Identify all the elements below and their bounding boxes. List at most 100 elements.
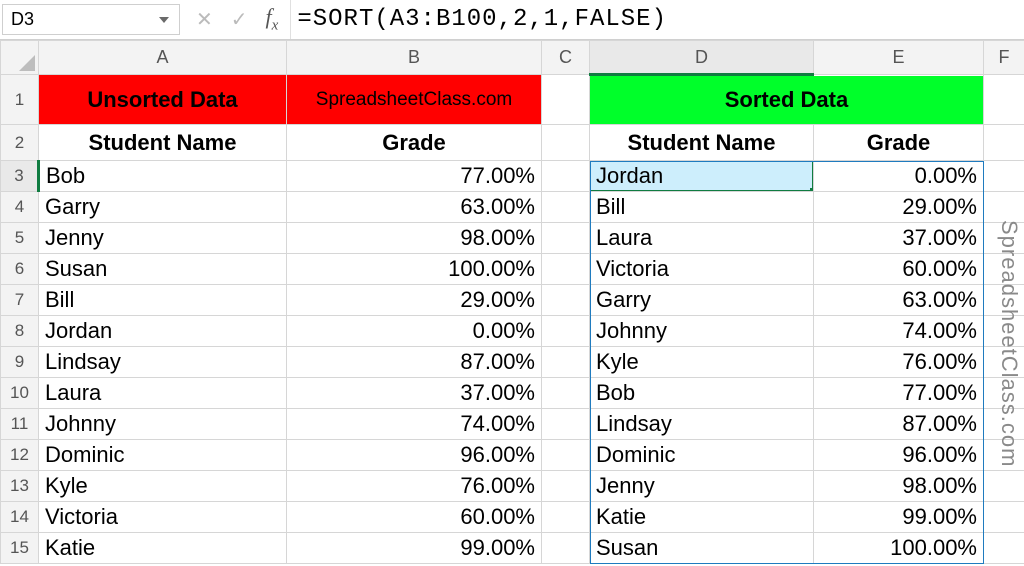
cell-E10[interactable]: 77.00% [814,378,984,409]
row-header[interactable]: 9 [1,347,39,378]
cell-F3[interactable] [984,161,1024,192]
col-header-A[interactable]: A [39,41,287,75]
col-header-E[interactable]: E [814,41,984,75]
confirm-icon[interactable]: ✓ [231,7,248,32]
row-header[interactable]: 1 [1,75,39,125]
row-header[interactable]: 13 [1,471,39,502]
cell-C5[interactable] [542,223,590,254]
row-header[interactable]: 15 [1,533,39,564]
cell-C9[interactable] [542,347,590,378]
cell-A13[interactable]: Kyle [39,471,287,502]
col-header-C[interactable]: C [542,41,590,75]
cell-C2[interactable] [542,125,590,161]
select-all-corner[interactable] [1,41,39,75]
cell-C8[interactable] [542,316,590,347]
cell-A11[interactable]: Johnny [39,409,287,440]
cell-C1[interactable] [542,75,590,125]
cell-A12[interactable]: Dominic [39,440,287,471]
cell-F14[interactable] [984,502,1024,533]
cell-C15[interactable] [542,533,590,564]
cell-A5[interactable]: Jenny [39,223,287,254]
cell-D7[interactable]: Garry [590,285,814,316]
cell-F4[interactable] [984,192,1024,223]
row-header[interactable]: 3 [1,161,39,192]
cell-D13[interactable]: Jenny [590,471,814,502]
cell-D9[interactable]: Kyle [590,347,814,378]
cell-E12[interactable]: 96.00% [814,440,984,471]
cell-A10[interactable]: Laura [39,378,287,409]
cell-D15[interactable]: Susan [590,533,814,564]
cell-E2[interactable]: Grade [814,125,984,161]
cell-F13[interactable] [984,471,1024,502]
cell-C14[interactable] [542,502,590,533]
cell-C13[interactable] [542,471,590,502]
cell-A6[interactable]: Susan [39,254,287,285]
name-box[interactable]: D3 [2,4,180,35]
fill-handle[interactable] [810,188,814,192]
cell-C3[interactable] [542,161,590,192]
cell-B10[interactable]: 37.00% [287,378,542,409]
cell-B8[interactable]: 0.00% [287,316,542,347]
cell-E9[interactable]: 76.00% [814,347,984,378]
cell-B11[interactable]: 74.00% [287,409,542,440]
cell-E7[interactable]: 63.00% [814,285,984,316]
cell-A8[interactable]: Jordan [39,316,287,347]
cell-C12[interactable] [542,440,590,471]
row-header[interactable]: 10 [1,378,39,409]
cell-D2[interactable]: Student Name [590,125,814,161]
cell-F2[interactable] [984,125,1024,161]
row-header[interactable]: 4 [1,192,39,223]
fx-icon[interactable]: fx [266,4,279,34]
cell-A15[interactable]: Katie [39,533,287,564]
cell-B2[interactable]: Grade [287,125,542,161]
cell-A7[interactable]: Bill [39,285,287,316]
cancel-icon[interactable]: ✕ [196,7,213,32]
cell-C10[interactable] [542,378,590,409]
cell-A9[interactable]: Lindsay [39,347,287,378]
cell-D3[interactable]: Jordan [590,161,814,192]
cell-B13[interactable]: 76.00% [287,471,542,502]
row-header[interactable]: 12 [1,440,39,471]
cell-E11[interactable]: 87.00% [814,409,984,440]
cell-D10[interactable]: Bob [590,378,814,409]
cell-B12[interactable]: 96.00% [287,440,542,471]
cell-D11[interactable]: Lindsay [590,409,814,440]
cell-E3[interactable]: 0.00% [814,161,984,192]
cell-B15[interactable]: 99.00% [287,533,542,564]
cell-F15[interactable] [984,533,1024,564]
cell-E4[interactable]: 29.00% [814,192,984,223]
cell-E6[interactable]: 60.00% [814,254,984,285]
cell-C7[interactable] [542,285,590,316]
row-header[interactable]: 7 [1,285,39,316]
cell-B6[interactable]: 100.00% [287,254,542,285]
cell-C4[interactable] [542,192,590,223]
row-header[interactable]: 5 [1,223,39,254]
cell-D5[interactable]: Laura [590,223,814,254]
cell-A4[interactable]: Garry [39,192,287,223]
row-header[interactable]: 2 [1,125,39,161]
row-header[interactable]: 11 [1,409,39,440]
cell-B14[interactable]: 60.00% [287,502,542,533]
cell-B9[interactable]: 87.00% [287,347,542,378]
cell-C11[interactable] [542,409,590,440]
cell-E8[interactable]: 74.00% [814,316,984,347]
cell-A1[interactable]: Unsorted Data [39,75,287,125]
cell-E13[interactable]: 98.00% [814,471,984,502]
cell-C6[interactable] [542,254,590,285]
row-header[interactable]: 8 [1,316,39,347]
cell-D1[interactable]: Sorted Data [590,75,984,125]
cell-F1[interactable] [984,75,1024,125]
cell-D8[interactable]: Johnny [590,316,814,347]
col-header-B[interactable]: B [287,41,542,75]
cell-D6[interactable]: Victoria [590,254,814,285]
cell-A3[interactable]: Bob [39,161,287,192]
cell-B7[interactable]: 29.00% [287,285,542,316]
cell-D12[interactable]: Dominic [590,440,814,471]
cell-A2[interactable]: Student Name [39,125,287,161]
cell-B4[interactable]: 63.00% [287,192,542,223]
cell-E14[interactable]: 99.00% [814,502,984,533]
col-header-D[interactable]: D [590,41,814,75]
cell-D14[interactable]: Katie [590,502,814,533]
cell-E5[interactable]: 37.00% [814,223,984,254]
row-header[interactable]: 14 [1,502,39,533]
